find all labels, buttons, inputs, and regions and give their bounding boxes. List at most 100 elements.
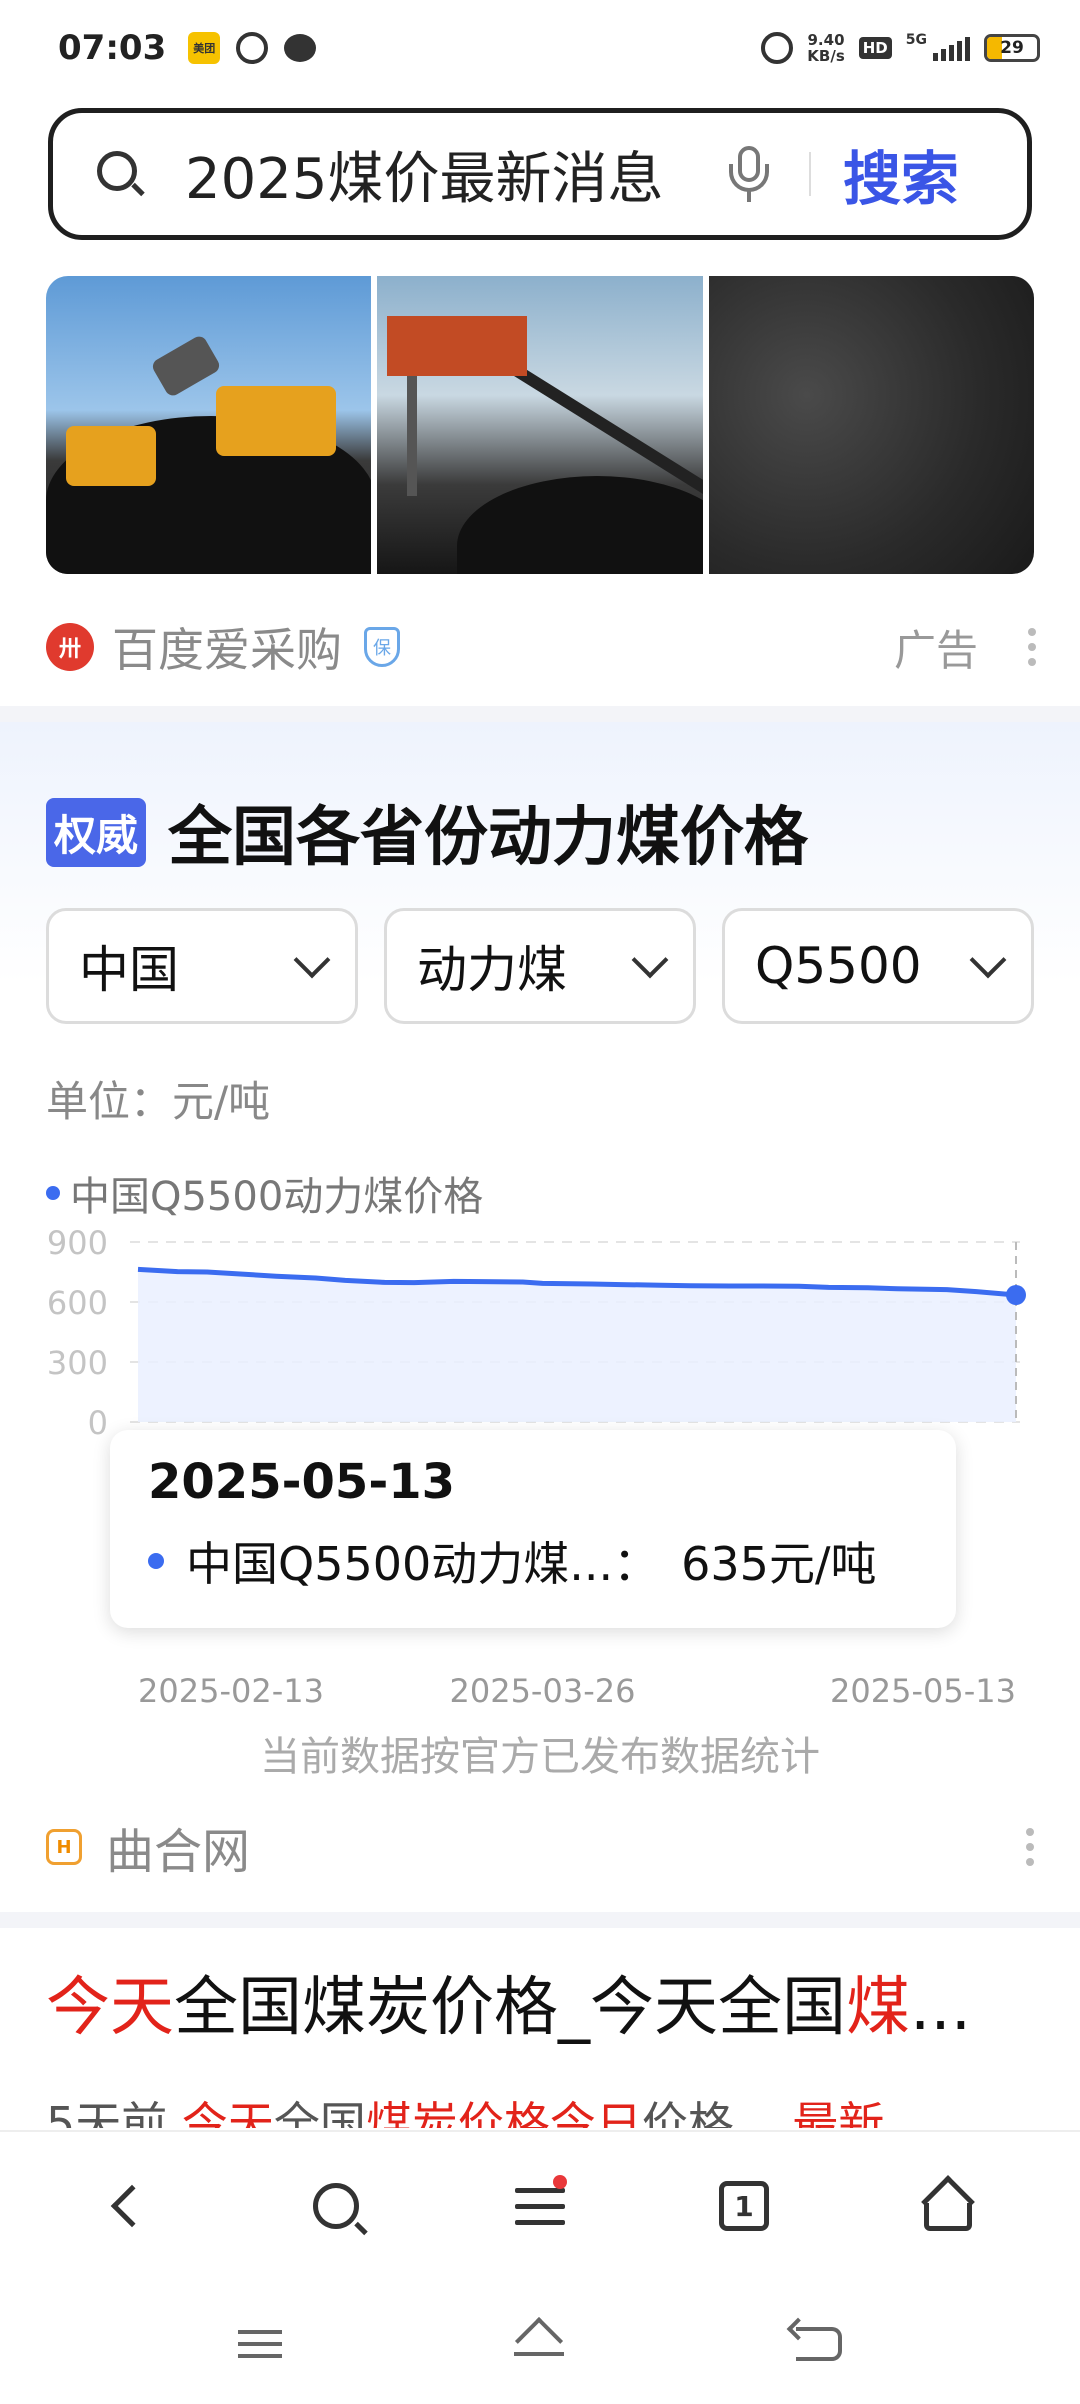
result-snippet-part: 最新	[792, 2097, 885, 2128]
nav-search-button[interactable]	[291, 2161, 381, 2251]
result-title-part: 今天	[46, 1971, 174, 2045]
guarantee-shield-icon: 保	[364, 627, 400, 667]
tooltip-series-name: 中国Q5500动力煤...：	[186, 1537, 660, 1591]
menu-icon	[515, 2187, 565, 2225]
grade-filter-value: Q5500	[755, 937, 922, 995]
message-icon	[284, 34, 317, 62]
chart-area	[138, 1269, 1016, 1422]
authority-badge: 权威	[46, 797, 147, 867]
result-snippet-part: 全国	[273, 2097, 366, 2128]
search-icon	[313, 2183, 359, 2229]
coal-type-filter[interactable]: 动力煤	[384, 908, 696, 1024]
tab-count: 1	[719, 2181, 769, 2231]
section-divider	[0, 1912, 1080, 1928]
coal-type-filter-value: 动力煤	[417, 941, 567, 999]
search-result[interactable]: 今天全国煤炭价格_今天全国煤... 5天前 今天全国煤炭价格今日价格... 最新	[46, 1956, 1036, 2128]
ad-image-loaders[interactable]	[46, 276, 372, 574]
home-button[interactable]	[903, 2161, 993, 2251]
search-button[interactable]: 搜索	[843, 132, 959, 216]
chart-legend: 中国Q5500动力煤价格	[46, 1164, 483, 1222]
search-divider	[809, 152, 811, 196]
filter-row: 中国 动力煤 Q5500	[46, 908, 1034, 1024]
search-input[interactable]: 2025煤价最新消息	[185, 134, 695, 215]
ad-image-conveyor[interactable]	[377, 276, 703, 574]
y-tick-label: 300	[47, 1344, 108, 1382]
network-speed-value: 9.40	[807, 31, 845, 49]
tooltip-value: 635元/吨	[681, 1537, 877, 1591]
result-title-part: ...	[910, 1971, 972, 2045]
result-title[interactable]: 今天全国煤炭价格_今天全国煤...	[46, 1956, 1036, 2048]
recents-icon[interactable]	[238, 2330, 282, 2358]
y-tick-label: 0	[88, 1404, 108, 1442]
chevron-down-icon	[631, 941, 669, 979]
legend-label: 中国Q5500动力煤价格	[70, 1174, 484, 1220]
ad-source-name[interactable]: 百度爱采购	[112, 614, 342, 680]
more-options-icon[interactable]	[1026, 1828, 1034, 1866]
network-speed: 9.40 KB/s	[807, 32, 844, 64]
system-home-icon[interactable]	[512, 2316, 566, 2366]
ad-label: 广告	[893, 625, 978, 675]
result-snippet: 5天前 今天全国煤炭价格今日价格... 最新	[46, 2088, 1036, 2128]
region-filter-value: 中国	[79, 941, 179, 999]
ad-image-gallery[interactable]	[46, 276, 1034, 574]
search-bar[interactable]: 2025煤价最新消息 搜索	[48, 108, 1032, 240]
y-tick-label: 600	[47, 1284, 108, 1322]
status-bar: 07:03 美团 9.40 KB/s HD 5G 29	[0, 0, 1080, 96]
x-tick-label: 2025-02-13	[138, 1672, 324, 1710]
search-icon	[95, 149, 145, 199]
tooltip-series-dot	[148, 1553, 164, 1569]
status-time: 07:03	[58, 28, 167, 68]
grade-filter[interactable]: Q5500	[722, 908, 1034, 1024]
card-source-row: H 曲合网	[46, 1812, 1036, 1882]
aicaigou-logo-icon: 卅	[46, 623, 94, 671]
quhe-logo-icon: H	[46, 1829, 82, 1865]
system-nav-bar	[0, 2284, 1080, 2404]
system-back-icon[interactable]	[796, 2327, 842, 2361]
legend-dot	[46, 1186, 60, 1200]
price-line-chart[interactable]: 0 300 600 900	[0, 1222, 1080, 1442]
meituan-app-icon: 美团	[188, 32, 221, 64]
battery-level: 29	[1000, 38, 1024, 58]
y-tick-label: 900	[47, 1224, 108, 1262]
back-arrow-icon	[110, 2184, 154, 2228]
chart-tooltip: 2025-05-13 中国Q5500动力煤...： 635元/吨	[110, 1430, 956, 1628]
home-icon	[921, 2175, 975, 2231]
result-title-part: 煤	[846, 1971, 910, 2045]
status-system-icons: 9.40 KB/s HD 5G 29	[761, 32, 1040, 64]
result-title-part: 全国煤炭价格_今天全国	[174, 1971, 846, 2045]
card-header: 权威 全国各省份动力煤价格	[46, 786, 808, 878]
result-snippet-part: 5天前	[46, 2097, 182, 2128]
notification-dot	[553, 2175, 567, 2189]
chevron-down-icon	[293, 941, 331, 979]
x-tick-label: 2025-05-13	[830, 1672, 1016, 1710]
coal-price-card: 权威 全国各省份动力煤价格 中国 动力煤 Q5500 单位：元/吨 中国Q550…	[0, 722, 1080, 1912]
battery-icon: 29	[984, 34, 1040, 62]
more-options-icon[interactable]	[1028, 628, 1036, 666]
tooltip-date: 2025-05-13	[148, 1454, 456, 1510]
chevron-down-icon	[969, 941, 1007, 979]
ad-footer: 卅 百度爱采购 保 广告	[46, 612, 1036, 682]
tabs-button[interactable]: 1	[699, 2161, 789, 2251]
card-source-name[interactable]: 曲合网	[106, 1812, 250, 1882]
alarm-clock-icon	[761, 32, 794, 64]
microphone-icon[interactable]	[729, 144, 769, 204]
region-filter[interactable]: 中国	[46, 908, 358, 1024]
result-snippet-part: 煤炭价格今日	[365, 2097, 642, 2128]
result-snippet-part: 价格...	[641, 2097, 793, 2128]
unit-label: 单位：元/吨	[46, 1077, 271, 1126]
network-type: 5G	[905, 32, 927, 48]
menu-button[interactable]	[495, 2161, 585, 2251]
x-tick-label: 2025-03-26	[449, 1672, 635, 1710]
x-axis: 2025-02-13 2025-03-26 2025-05-13	[138, 1672, 1016, 1710]
network-speed-unit: KB/s	[807, 47, 845, 65]
status-notification-icons: 美团	[188, 32, 317, 64]
selected-data-point[interactable]	[1006, 1285, 1026, 1305]
ad-image-coal-pile[interactable]	[708, 276, 1034, 574]
browser-bottom-nav: 1	[0, 2130, 1080, 2280]
result-snippet-part: 今天	[181, 2097, 274, 2128]
back-button[interactable]	[87, 2161, 177, 2251]
signal-icon	[933, 35, 970, 61]
card-title[interactable]: 全国各省份动力煤价格	[168, 786, 808, 878]
data-note: 当前数据按官方已发布数据统计	[260, 1734, 820, 1780]
alarm-icon	[236, 32, 269, 64]
